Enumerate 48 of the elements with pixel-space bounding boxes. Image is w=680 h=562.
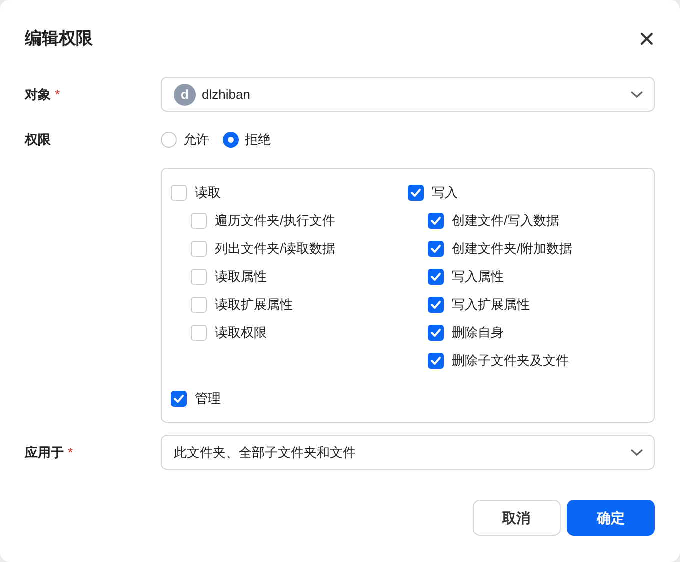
- checkmark-icon: [431, 245, 441, 253]
- checkbox-label: 删除子文件夹及文件: [452, 352, 569, 370]
- checkbox-label: 写入属性: [452, 268, 504, 286]
- checkbox[interactable]: [428, 325, 444, 341]
- checkbox-label: 读取属性: [215, 268, 267, 286]
- checkbox-label: 删除自身: [452, 324, 504, 342]
- select-value: 此文件夹、全部子文件夹和文件: [174, 444, 356, 462]
- checkbox[interactable]: [408, 185, 424, 201]
- required-asterisk: *: [68, 444, 74, 460]
- required-asterisk: *: [55, 86, 60, 102]
- checkmark-icon: [431, 273, 441, 281]
- checkbox[interactable]: [428, 269, 444, 285]
- chevron-down-icon: [630, 448, 644, 456]
- checkbox[interactable]: [428, 297, 444, 313]
- checkbox-label: 读取: [195, 184, 221, 202]
- select-value: dlzhiban: [202, 86, 250, 104]
- checkbox-label: 读取扩展属性: [215, 296, 293, 314]
- confirm-button[interactable]: 确定: [567, 500, 655, 536]
- apply-to-select[interactable]: 此文件夹、全部子文件夹和文件: [161, 435, 655, 470]
- checkbox-label: 写入: [432, 184, 458, 202]
- checkmark-icon: [431, 301, 441, 309]
- dialog-title: 编辑权限: [25, 28, 93, 50]
- checkbox[interactable]: [171, 391, 187, 407]
- object-select[interactable]: d dlzhiban: [161, 77, 655, 112]
- checkbox-label: 遍历文件夹/执行文件: [215, 212, 336, 230]
- field-label: 应用于: [25, 444, 64, 460]
- checkmark-icon: [411, 189, 421, 197]
- checkbox-label: 读取权限: [215, 324, 267, 342]
- avatar: d: [174, 84, 196, 106]
- checkbox-label: 列出文件夹/读取数据: [215, 240, 336, 258]
- checkbox-label: 创建文件/写入数据: [452, 212, 560, 230]
- checkbox-label: 管理: [195, 390, 221, 408]
- radio-option[interactable]: 拒绝: [222, 130, 271, 150]
- checkbox-label: 写入扩展属性: [452, 296, 530, 314]
- chevron-down-icon: [630, 90, 644, 98]
- checkmark-icon: [431, 217, 441, 225]
- field-label: 对象: [25, 86, 51, 102]
- checkmark-icon: [431, 329, 441, 337]
- cancel-button[interactable]: 取消: [472, 500, 560, 536]
- checkmark-icon: [431, 357, 441, 365]
- field-label: 权限: [25, 132, 51, 148]
- checkbox-label: 创建文件夹/附加数据: [452, 240, 573, 258]
- checkmark-icon: [174, 395, 184, 403]
- checkbox[interactable]: [428, 213, 444, 229]
- close-icon: [640, 32, 654, 46]
- radio-option[interactable]: 允许: [161, 130, 210, 150]
- checkbox[interactable]: [428, 241, 444, 257]
- checkbox[interactable]: [428, 353, 444, 369]
